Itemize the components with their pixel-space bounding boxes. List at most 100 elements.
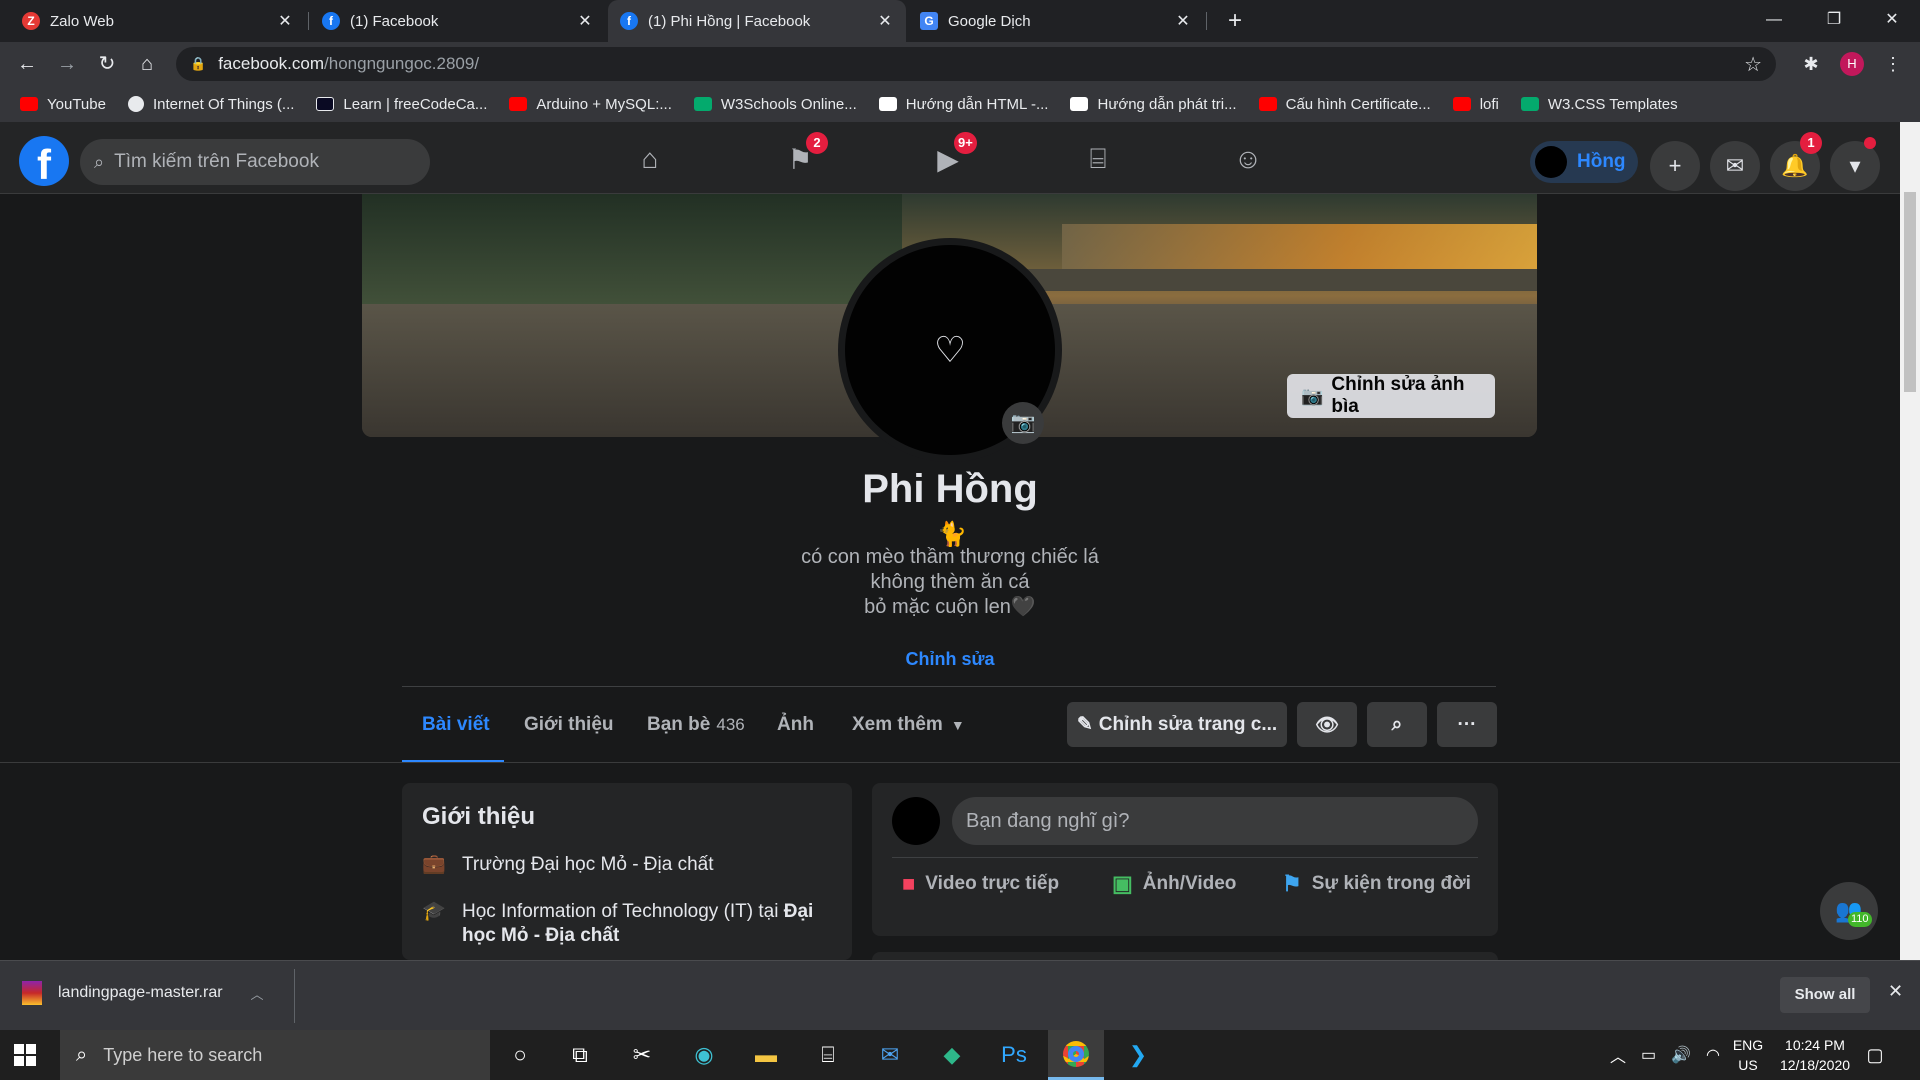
tab-about[interactable]: Giới thiệu bbox=[524, 702, 614, 748]
tab-friends[interactable]: Bạn bè 436 bbox=[647, 702, 745, 748]
show-all-button[interactable]: Show all bbox=[1780, 977, 1870, 1013]
browser-profile-avatar[interactable]: H bbox=[1840, 52, 1864, 76]
friends-count: 436 bbox=[716, 715, 745, 734]
bookmark-star-icon[interactable]: ☆ bbox=[1744, 52, 1762, 77]
wifi-icon[interactable]: ◠ bbox=[1706, 1045, 1720, 1065]
cortana-icon[interactable]: ○ bbox=[492, 1030, 548, 1080]
windows-start-icon[interactable] bbox=[14, 1044, 36, 1066]
notification-badge: 1 bbox=[1800, 132, 1822, 154]
tab-profile-active[interactable]: f (1) Phi Hồng | Facebook ✕ bbox=[608, 0, 906, 42]
facebook-icon: f bbox=[620, 12, 638, 30]
restore-icon[interactable]: ❐ bbox=[1808, 0, 1860, 40]
tray-chevron-icon[interactable]: ︿ bbox=[1610, 1043, 1626, 1067]
close-icon[interactable]: ✕ bbox=[876, 11, 894, 31]
window-close-icon[interactable]: ✕ bbox=[1866, 0, 1918, 40]
tab-more[interactable]: Xem thêm ▼ bbox=[852, 702, 965, 748]
notification-center-icon[interactable]: ▢ bbox=[1850, 1030, 1900, 1080]
edit-bio-link[interactable]: Chỉnh sửa bbox=[0, 649, 1900, 670]
nav-watch-icon[interactable]: ▶ 9+ bbox=[918, 132, 978, 184]
address-bar[interactable]: 🔒 facebook.com/hongngungoc.2809/ ☆ bbox=[176, 47, 1776, 81]
download-separator bbox=[294, 969, 295, 1023]
more-options-button[interactable]: ··· bbox=[1437, 702, 1497, 747]
task-view-icon[interactable]: ⧉ bbox=[552, 1030, 608, 1080]
forward-icon[interactable]: → bbox=[52, 49, 82, 79]
profile-search-icon[interactable]: ⌕ bbox=[1367, 702, 1427, 747]
photo-video-button[interactable]: ▣ Ảnh/Video bbox=[1112, 871, 1236, 897]
taskbar-search-input[interactable]: ⌕ Type here to search bbox=[60, 1030, 490, 1080]
chevron-up-icon[interactable]: ︿ bbox=[251, 984, 264, 1003]
bookmark-w3css[interactable]: W3.CSS Templates bbox=[1520, 96, 1678, 113]
close-icon[interactable]: ✕ bbox=[1888, 981, 1903, 1002]
volume-icon[interactable]: 🔊 bbox=[1671, 1045, 1691, 1065]
avatar-camera-icon[interactable]: 📷 bbox=[1002, 402, 1044, 444]
battery-icon[interactable]: ▭ bbox=[1641, 1045, 1656, 1065]
life-event-button[interactable]: ⚑ Sự kiện trong đời bbox=[1282, 871, 1471, 897]
photoshop-icon[interactable]: Ps bbox=[986, 1030, 1042, 1080]
bookmark-youtube[interactable]: YouTube bbox=[20, 96, 106, 113]
tab-photos[interactable]: Ảnh bbox=[777, 702, 814, 748]
store-icon[interactable]: ⌸ bbox=[800, 1030, 856, 1080]
page-scrollbar[interactable] bbox=[1900, 122, 1920, 960]
home-icon[interactable]: ⌂ bbox=[132, 49, 162, 79]
view-as-eye-icon[interactable]: 👁 bbox=[1297, 702, 1357, 747]
live-video-button[interactable]: ■ Video trực tiếp bbox=[902, 871, 1059, 897]
browser-tab-strip: Z Zalo Web ✕ f (1) Facebook ✕ f (1) Phi … bbox=[0, 0, 1920, 42]
nav-marketplace-icon[interactable]: ⌸ bbox=[1068, 134, 1128, 184]
bookmark-lofi[interactable]: lofi bbox=[1452, 96, 1499, 113]
chrome-icon[interactable] bbox=[1048, 1030, 1104, 1080]
bookmark-freecodecamp[interactable]: Learn | freeCodeCa... bbox=[316, 96, 487, 113]
account-menu-icon[interactable]: ▾ bbox=[1830, 137, 1880, 191]
edit-profile-button[interactable]: ✎ Chỉnh sửa trang c... bbox=[1067, 702, 1287, 747]
bookmarks-bar: YouTube Internet Of Things (... Learn | … bbox=[0, 86, 1920, 122]
bookmark-html-guide[interactable]: Hướng dẫn HTML -... bbox=[878, 96, 1048, 113]
notifications-bell-icon[interactable]: 🔔 1 bbox=[1770, 132, 1822, 191]
taskbar-clock[interactable]: 10:24 PM 12/18/2020 bbox=[1770, 1035, 1860, 1075]
close-icon[interactable]: ✕ bbox=[1174, 11, 1192, 31]
mail-icon[interactable]: ✉ bbox=[862, 1030, 918, 1080]
git-app-icon[interactable]: ◆ bbox=[924, 1030, 980, 1080]
briefcase-icon: 💼 bbox=[422, 854, 446, 875]
close-icon[interactable]: ✕ bbox=[276, 11, 294, 31]
minimize-icon[interactable]: — bbox=[1748, 0, 1800, 40]
facebook-search-input[interactable]: ⌕ Tìm kiếm trên Facebook bbox=[80, 139, 430, 185]
snipping-tool-icon[interactable]: ✂ bbox=[614, 1030, 670, 1080]
photo-icon: ▣ bbox=[1112, 871, 1133, 896]
language-indicator[interactable]: ENG US bbox=[1728, 1035, 1768, 1075]
system-tray: ︿ ▭ 🔊 ◠ bbox=[1610, 1030, 1720, 1080]
user-profile-pill[interactable]: Hồng bbox=[1530, 141, 1638, 183]
back-icon[interactable]: ← bbox=[12, 49, 42, 79]
create-plus-icon[interactable]: + bbox=[1650, 141, 1700, 191]
youtube-icon bbox=[509, 97, 528, 111]
tab-facebook[interactable]: f (1) Facebook ✕ bbox=[310, 0, 606, 42]
contacts-fab[interactable]: 👥 110 bbox=[1820, 882, 1878, 940]
nav-pages-icon[interactable]: ⚑ 2 bbox=[770, 132, 830, 184]
nav-groups-icon[interactable]: ☺ bbox=[1218, 134, 1278, 184]
file-explorer-icon[interactable]: ▬ bbox=[738, 1030, 794, 1080]
bookmark-arduino[interactable]: Arduino + MySQL:... bbox=[509, 96, 672, 113]
new-tab-button[interactable]: + bbox=[1220, 6, 1250, 36]
edit-cover-button[interactable]: 📷 Chỉnh sửa ảnh bìa bbox=[1287, 374, 1495, 418]
edge-icon[interactable]: ◉ bbox=[676, 1030, 732, 1080]
tab-google-translate[interactable]: G Google Dịch ✕ bbox=[908, 0, 1204, 42]
intro-title: Giới thiệu bbox=[422, 803, 536, 830]
menu-icon[interactable]: ⋮ bbox=[1880, 51, 1906, 77]
scrollbar-thumb[interactable] bbox=[1904, 192, 1916, 392]
profile-divider bbox=[402, 686, 1496, 687]
download-item[interactable]: landingpage-master.rar ︿ bbox=[22, 981, 264, 1005]
close-icon[interactable]: ✕ bbox=[576, 11, 594, 31]
tab-posts[interactable]: Bài viết bbox=[422, 702, 490, 748]
bookmark-dev-guide[interactable]: Hướng dẫn phát tri... bbox=[1070, 96, 1237, 113]
messenger-icon[interactable]: ✉ bbox=[1710, 141, 1760, 191]
reload-icon[interactable]: ↻ bbox=[92, 49, 122, 79]
bookmark-iot[interactable]: Internet Of Things (... bbox=[127, 96, 294, 113]
vscode-icon[interactable]: ❯ bbox=[1110, 1030, 1166, 1080]
heart-icon: ♡ bbox=[933, 329, 967, 370]
bookmark-w3schools[interactable]: W3Schools Online... bbox=[693, 96, 857, 113]
nav-home-icon[interactable]: ⌂ bbox=[620, 134, 680, 184]
facebook-logo[interactable]: f bbox=[19, 136, 69, 188]
bookmark-certificate[interactable]: Cấu hình Certificate... bbox=[1258, 96, 1431, 113]
tab-zalo[interactable]: Z Zalo Web ✕ bbox=[10, 0, 306, 42]
extensions-icon[interactable]: ✱ bbox=[1798, 51, 1824, 77]
user-pill-name: Hồng bbox=[1577, 151, 1626, 172]
composer-input[interactable]: Bạn đang nghĩ gì? bbox=[952, 797, 1478, 845]
